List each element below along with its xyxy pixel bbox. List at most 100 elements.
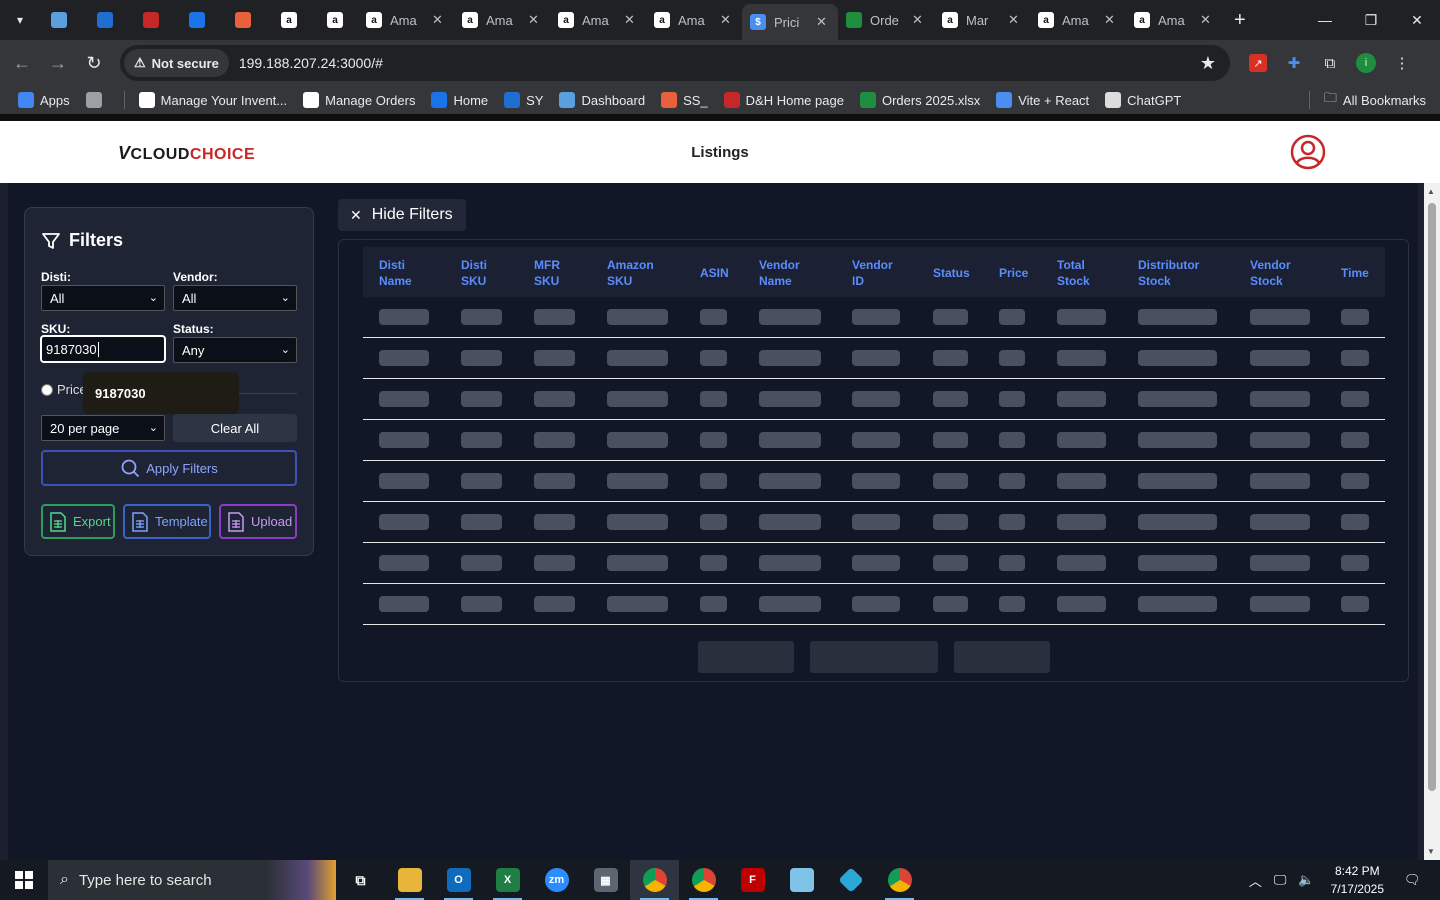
vscode-diamond-icon[interactable] bbox=[826, 860, 875, 900]
sku-input[interactable]: 9187030 bbox=[40, 335, 166, 363]
browser-tab[interactable] bbox=[36, 4, 82, 36]
bookmark-item[interactable]: Vite + React bbox=[996, 92, 1089, 108]
tab-close-icon[interactable]: ✕ bbox=[528, 12, 539, 28]
back-arrow-icon[interactable]: ← bbox=[4, 45, 40, 81]
windows-start-icon[interactable] bbox=[0, 860, 48, 900]
column-header[interactable]: Disti SKU bbox=[461, 257, 487, 289]
status-select[interactable]: Any ⌄ bbox=[173, 337, 297, 363]
scroll-down-arrow-icon[interactable]: ▼ bbox=[1427, 847, 1435, 856]
browser-tab[interactable]: a Ama ✕ bbox=[1126, 4, 1222, 36]
export-button[interactable]: Export bbox=[41, 504, 115, 539]
forward-arrow-icon[interactable]: → bbox=[40, 45, 76, 81]
bookmark-star-icon[interactable]: ★ bbox=[1200, 53, 1216, 74]
browser-tab[interactable] bbox=[128, 4, 174, 36]
outlook-icon[interactable]: O bbox=[434, 860, 483, 900]
tab-close-icon[interactable]: ✕ bbox=[1008, 12, 1019, 28]
browser-tab[interactable]: Orde ✕ bbox=[838, 4, 934, 36]
browser-tab[interactable]: a bbox=[312, 4, 358, 36]
per-page-select[interactable]: 20 per page ⌄ bbox=[41, 415, 165, 441]
browser-tab[interactable]: a Ama ✕ bbox=[646, 4, 742, 36]
column-header[interactable]: Distributor Stock bbox=[1138, 257, 1199, 289]
column-header[interactable]: Amazon SKU bbox=[607, 257, 654, 289]
browser-tab[interactable]: a Ama ✕ bbox=[358, 4, 454, 36]
reload-icon[interactable]: ↻ bbox=[76, 45, 112, 81]
column-header[interactable]: Time bbox=[1341, 265, 1369, 281]
chrome-remote-icon[interactable] bbox=[875, 860, 924, 900]
extensions-puzzle-icon[interactable]: ⧉ bbox=[1312, 55, 1348, 72]
price-radio-row[interactable]: Price bbox=[41, 382, 87, 397]
pagination-pages-placeholder[interactable] bbox=[810, 641, 938, 673]
site-info-chip[interactable]: ⚠ Not secure bbox=[124, 49, 229, 77]
browser-tab[interactable]: a bbox=[266, 4, 312, 36]
scroll-thumb[interactable] bbox=[1428, 203, 1436, 791]
browser-tab[interactable] bbox=[174, 4, 220, 36]
user-account-icon[interactable] bbox=[1290, 134, 1326, 170]
browser-tab[interactable] bbox=[82, 4, 128, 36]
column-header[interactable]: Vendor ID bbox=[852, 257, 893, 289]
page-scrollbar[interactable]: ▲ ▼ bbox=[1424, 183, 1440, 860]
column-header[interactable]: ASIN bbox=[700, 265, 729, 281]
file-explorer-icon[interactable] bbox=[385, 860, 434, 900]
bookmark-item[interactable] bbox=[85, 92, 108, 108]
extension-red-icon[interactable]: ↗ bbox=[1240, 54, 1276, 72]
nav-listings-link[interactable]: Listings bbox=[0, 144, 1440, 161]
tab-close-icon[interactable]: ✕ bbox=[1200, 12, 1211, 28]
profile-avatar-icon[interactable]: i bbox=[1356, 53, 1376, 73]
column-header[interactable]: Status bbox=[933, 265, 970, 281]
restore-icon[interactable]: ❐ bbox=[1348, 0, 1394, 40]
chrome-profile-icon[interactable] bbox=[679, 860, 728, 900]
pagination-prev-placeholder[interactable] bbox=[698, 641, 794, 673]
bookmark-item[interactable]: Apps bbox=[18, 92, 70, 108]
column-header[interactable]: Vendor Stock bbox=[1250, 257, 1291, 289]
browser-tab[interactable]: a Ama ✕ bbox=[550, 4, 646, 36]
browser-tab[interactable]: a Mar ✕ bbox=[934, 4, 1030, 36]
tab-close-icon[interactable]: ✕ bbox=[720, 12, 731, 28]
bookmark-item[interactable]: Manage Your Invent... bbox=[138, 92, 287, 108]
sku-autocomplete-option[interactable]: 9187030 bbox=[83, 372, 239, 414]
apply-filters-button[interactable]: Apply Filters bbox=[41, 450, 297, 486]
bookmark-item[interactable]: Home bbox=[431, 92, 488, 108]
scroll-up-arrow-icon[interactable]: ▲ bbox=[1427, 187, 1435, 196]
column-header[interactable]: Price bbox=[999, 265, 1028, 281]
clear-all-button[interactable]: Clear All bbox=[173, 414, 297, 442]
bookmark-item[interactable]: ChatGPT bbox=[1105, 92, 1181, 108]
notifications-icon[interactable]: 🗨 bbox=[1404, 872, 1434, 888]
chrome-menu-icon[interactable]: ⋮ bbox=[1384, 54, 1420, 72]
tab-close-icon[interactable]: ✕ bbox=[624, 12, 635, 28]
all-bookmarks[interactable]: 🗀 All Bookmarks bbox=[1308, 89, 1426, 111]
clock[interactable]: 8:42 PM 7/17/2025 bbox=[1331, 862, 1384, 898]
zoom-icon[interactable]: zm bbox=[532, 860, 581, 900]
excel-icon[interactable]: X bbox=[483, 860, 532, 900]
browser-tab[interactable]: a Ama ✕ bbox=[454, 4, 550, 36]
bookmark-item[interactable]: SS_ bbox=[661, 92, 708, 108]
bookmark-item[interactable]: Dashboard bbox=[559, 92, 645, 108]
filezilla-icon[interactable]: F bbox=[728, 860, 777, 900]
new-tab-plus-icon[interactable]: + bbox=[1234, 9, 1246, 32]
column-header[interactable]: Disti Name bbox=[379, 257, 412, 289]
network-icon[interactable]: 🖵 bbox=[1274, 872, 1287, 888]
show-hidden-icons-chevron-icon[interactable]: ︿ bbox=[1249, 871, 1262, 890]
taskbar-search-box[interactable]: ⌕ Type here to search bbox=[48, 860, 336, 900]
price-radio[interactable] bbox=[41, 383, 53, 396]
address-bar[interactable]: ⚠ Not secure 199.188.207.24:3000/# ★ bbox=[120, 45, 1230, 81]
tab-close-icon[interactable]: ✕ bbox=[432, 12, 443, 28]
column-header[interactable]: MFR SKU bbox=[534, 257, 560, 289]
pagination-next-placeholder[interactable] bbox=[954, 641, 1050, 673]
notepad-icon[interactable] bbox=[777, 860, 826, 900]
bookmark-item[interactable]: Orders 2025.xlsx bbox=[859, 92, 980, 108]
browser-tab[interactable] bbox=[220, 4, 266, 36]
browser-tab[interactable]: $ Prici ✕ bbox=[742, 4, 838, 40]
column-header[interactable]: Total Stock bbox=[1057, 257, 1090, 289]
close-window-icon[interactable]: ✕ bbox=[1394, 0, 1440, 40]
hide-filters-button[interactable]: ✕ Hide Filters bbox=[338, 199, 466, 231]
tab-close-icon[interactable]: ✕ bbox=[1104, 12, 1115, 28]
extension-blue-icon[interactable]: ✚ bbox=[1276, 54, 1312, 72]
task-view-icon[interactable]: ⧉ bbox=[336, 860, 385, 900]
browser-tab[interactable]: a Ama ✕ bbox=[1030, 4, 1126, 36]
calculator-icon[interactable]: ▦ bbox=[581, 860, 630, 900]
chrome-icon[interactable] bbox=[630, 860, 679, 900]
url-text[interactable]: 199.188.207.24:3000/# bbox=[239, 55, 383, 71]
volume-icon[interactable]: 🔈 bbox=[1298, 872, 1314, 888]
tab-search-chevron-icon[interactable]: ▾ bbox=[4, 4, 36, 36]
template-button[interactable]: Template bbox=[123, 504, 211, 539]
